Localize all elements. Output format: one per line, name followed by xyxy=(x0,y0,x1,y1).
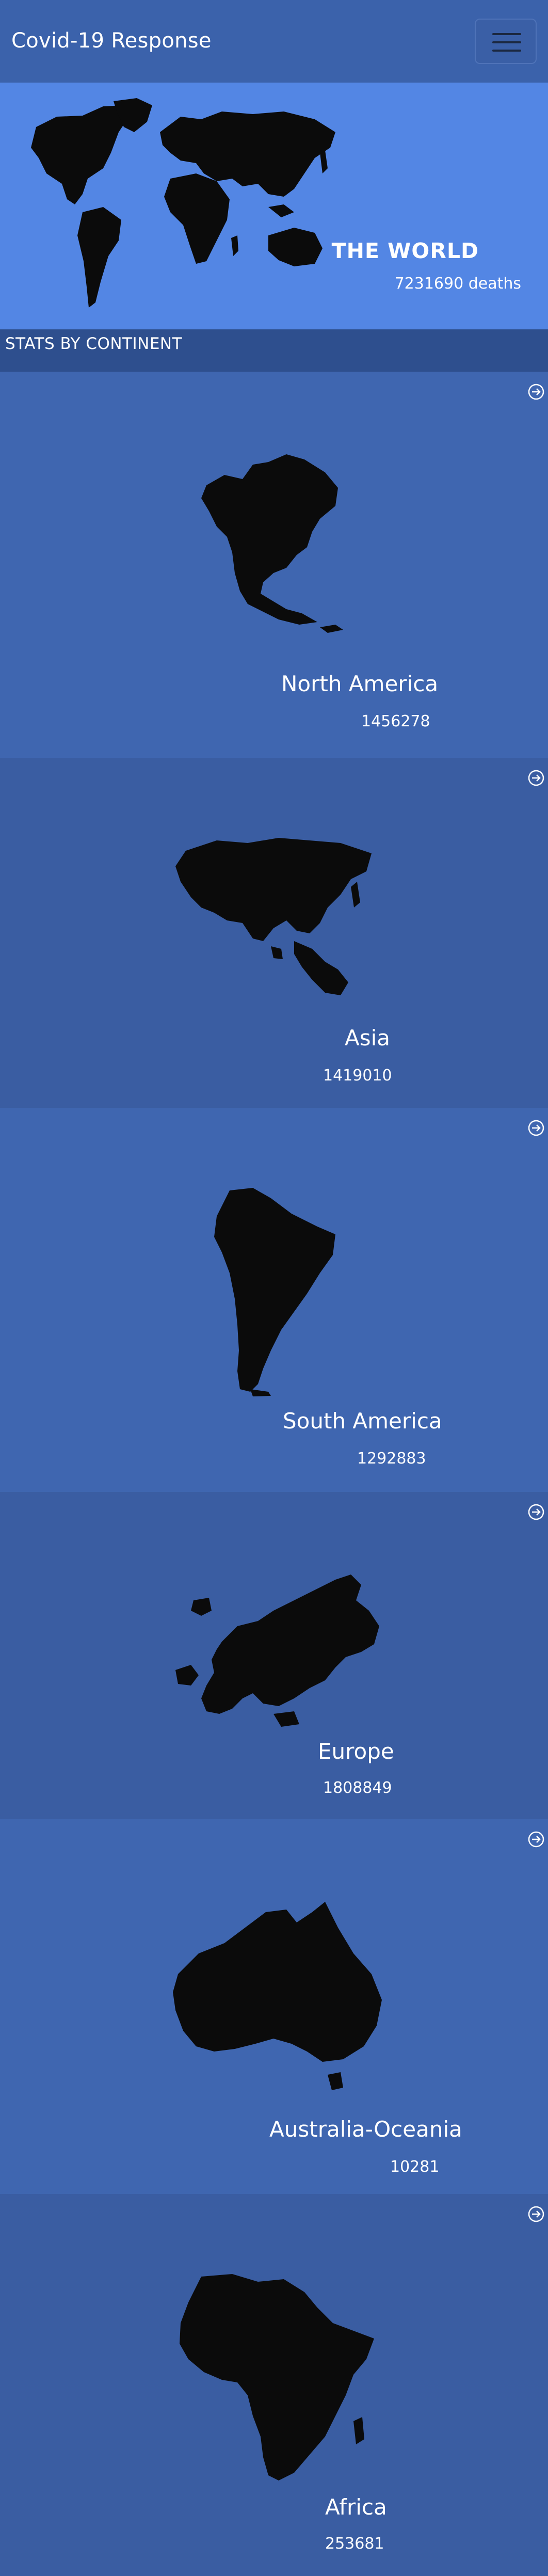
world-summary: THE WORLD 7231690 deaths xyxy=(0,83,548,329)
continent-card-south-america[interactable]: South America 1292883 xyxy=(0,1108,548,1492)
continent-count: 253681 xyxy=(325,2535,384,2553)
continent-card-asia[interactable]: Asia 1419010 xyxy=(0,758,548,1108)
africa-map-icon xyxy=(180,2274,374,2480)
australia-map-icon xyxy=(173,1902,382,2090)
continent-card-africa[interactable]: Africa 253681 xyxy=(0,2194,548,2576)
asia-map-icon xyxy=(175,838,372,995)
section-title: STATS BY CONTINENT xyxy=(5,335,183,353)
north-america-map-icon xyxy=(201,454,343,633)
continent-count: 1292883 xyxy=(357,1450,426,1468)
continent-name[interactable]: Asia xyxy=(345,1025,390,1051)
arrow-circle-right-icon[interactable] xyxy=(527,1503,545,1521)
continent-name[interactable]: South America xyxy=(283,1408,442,1434)
continent-count: 1456278 xyxy=(361,712,430,730)
brand-title[interactable]: Covid-19 Response xyxy=(11,29,212,53)
arrow-circle-right-icon[interactable] xyxy=(527,1119,545,1137)
continent-name[interactable]: Europe xyxy=(318,1739,394,1764)
arrow-circle-right-icon[interactable] xyxy=(527,2205,545,2223)
continent-card-north-america[interactable]: North America 1456278 xyxy=(0,372,548,758)
navbar: Covid-19 Response xyxy=(0,0,548,83)
arrow-circle-right-icon[interactable] xyxy=(527,1831,545,1848)
arrow-circle-right-icon[interactable] xyxy=(527,769,545,787)
world-title: THE WORLD xyxy=(331,238,479,263)
continent-count: 1808849 xyxy=(323,1779,392,1797)
europe-map-icon xyxy=(175,1575,379,1727)
south-america-map-icon xyxy=(214,1188,335,1396)
menu-toggle-button[interactable] xyxy=(475,19,537,64)
continent-count: 10281 xyxy=(390,2158,440,2176)
continent-name[interactable]: North America xyxy=(281,671,438,696)
continent-name[interactable]: Australia-Oceania xyxy=(269,2117,462,2142)
continent-card-europe[interactable]: Europe 1808849 xyxy=(0,1492,548,1819)
world-deaths-count: 7231690 deaths xyxy=(394,275,521,293)
section-header: STATS BY CONTINENT xyxy=(0,329,548,372)
continent-card-australia-oceania[interactable]: Australia-Oceania 10281 xyxy=(0,1819,548,2194)
arrow-circle-right-icon[interactable] xyxy=(527,383,545,401)
continent-name[interactable]: Africa xyxy=(325,2494,387,2520)
continent-count: 1419010 xyxy=(323,1067,392,1085)
